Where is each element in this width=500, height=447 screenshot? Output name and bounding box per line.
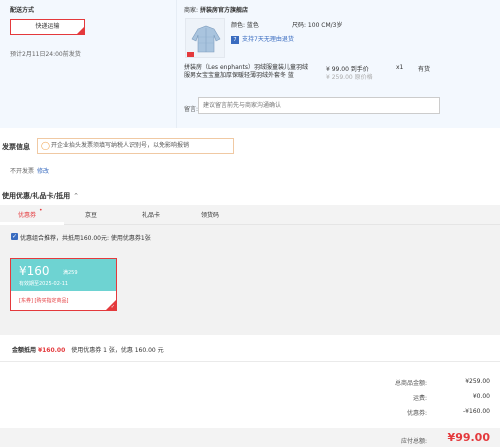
store-prefix: 商家: [184, 7, 199, 14]
invoice-tip: 开企业抬头发票须填写纳税人识别号，以免影响报销 [37, 138, 234, 154]
message-input[interactable] [198, 97, 440, 114]
product-stock: 有货 [418, 66, 431, 73]
tab-badge-dot: • [39, 207, 43, 214]
chevron-up-icon: ⌃ [73, 192, 79, 200]
coupon-combo-text: 优惠组合推荐，共抵用160.00元: 使用优惠券1张 [20, 235, 151, 242]
invoice-status-text: 不开发票 [10, 168, 35, 175]
return-policy: 7 支持7天无理由退货 [231, 34, 294, 44]
total-goods-value: ¥259.00 [465, 378, 490, 385]
tab-coupon[interactable]: 优惠券 [18, 210, 36, 219]
tab-gift-card[interactable]: 礼品卡 [142, 210, 160, 219]
store-name[interactable]: 拼装房官方旗舰店 [200, 7, 248, 14]
invoice-edit-link[interactable]: 修改 [37, 168, 49, 175]
product-name[interactable]: 拼装房（Les enphants）羽绒服童装儿童羽绒服男女宝宝童加厚保暖轻薄羽绒… [184, 64, 311, 80]
invoice-title: 发票信息 [2, 143, 30, 151]
divider [0, 361, 500, 362]
tab-redeem-code[interactable]: 领货码 [201, 210, 219, 219]
lightbulb-icon: ◯ [41, 141, 50, 150]
pay-total-value: ¥99.00 [447, 431, 490, 444]
coupon-expiry: 有效期至2025-02-11 [19, 281, 69, 287]
shipping-label: 运费: [412, 395, 427, 402]
delivery-method-button[interactable]: 快递运输 [10, 19, 85, 35]
coupon-amount: ¥160 [19, 264, 50, 278]
pay-total-label: 应付总额: [400, 438, 427, 445]
jacket-icon [186, 19, 224, 57]
summary-prefix: 金额抵用 [12, 347, 37, 354]
coupon-discount-value: -¥160.00 [463, 408, 490, 415]
shipping-value: ¥0.00 [472, 393, 490, 400]
coupon-tabs-bar [0, 205, 500, 225]
store-line: 商家: 拼装房官方旗舰店 [184, 5, 248, 14]
summary-amount: ¥160.00 [37, 347, 66, 354]
order-divider [176, 0, 177, 128]
combo-checkbox[interactable]: ✓ [11, 233, 18, 240]
tab-jd-beans[interactable]: 京豆 [85, 210, 97, 219]
product-quantity: x1 [396, 64, 404, 71]
return-policy-text: 支持7天无理由退货 [242, 36, 294, 43]
summary-detail: 使用优惠券 1 张，优惠 160.00 元 [71, 347, 164, 354]
coupon-section-toggle[interactable]: 使用优惠/礼品卡/抵用 ⌃ [2, 191, 79, 201]
product-color: 颜色: 蓝色 [231, 22, 259, 29]
product-original-price: ¥ 259.00 原价格 [326, 74, 373, 81]
total-goods-label: 总商品金额: [394, 380, 427, 387]
delivery-estimate: 预计2月11日24:00前发货 [10, 51, 81, 58]
product-size: 尺码: 100 CM/3岁 [292, 22, 343, 29]
coupon-summary: 金额抵用 ¥160.00 使用优惠券 1 张，优惠 160.00 元 [12, 345, 164, 354]
coupon-condition: 满259 [63, 270, 78, 276]
delivery-title: 配送方式 [10, 7, 35, 14]
message-label: 留言: [184, 106, 199, 113]
coupon-card[interactable]: ¥160 满259 有效期至2025-02-11 [东券] [购买指定商品] ✓ [10, 258, 117, 311]
checkmark-icon: ✓ [110, 304, 115, 310]
return-badge-icon: 7 [231, 35, 239, 44]
coupon-section-heading: 使用优惠/礼品卡/抵用 [2, 192, 71, 200]
coupon-discount-label: 优惠券: [406, 410, 427, 417]
invoice-status: 不开发票 修改 [10, 166, 49, 175]
product-image[interactable] [185, 18, 225, 58]
coupon-scope: [东券] [购买指定商品] [19, 298, 69, 304]
